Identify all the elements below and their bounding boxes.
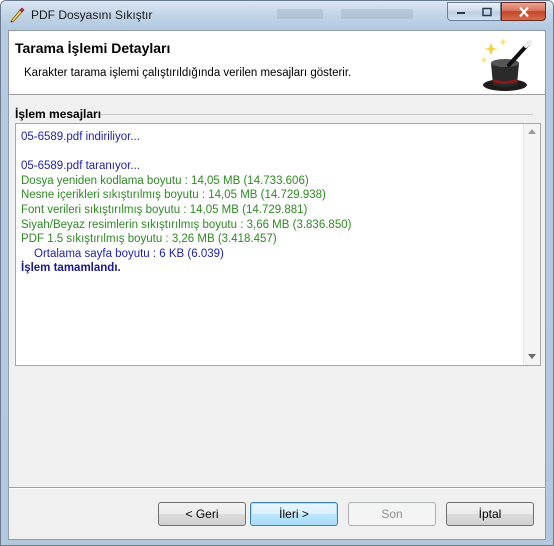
messages-group-label: İşlem mesajları <box>15 107 106 121</box>
wizard-header: Tarama İşlemi Detayları Karakter tarama … <box>9 31 545 95</box>
magic-hat-wand-icon <box>479 35 535 93</box>
app-window: PDF Dosyasını Sıkıştır Tarama İşlemi Det… <box>0 0 554 546</box>
scroll-down-arrow-icon[interactable] <box>524 349 540 365</box>
message-line: Nesne içerikleri sıkıştırılmış boyutu : … <box>21 189 326 202</box>
message-line-blank <box>21 145 521 160</box>
messages-listbox[interactable]: 05-6589.pdf indiriliyor... 05-6589.pdf t… <box>15 123 541 366</box>
close-button[interactable] <box>501 2 546 21</box>
message-line: 05-6589.pdf taranıyor... <box>21 160 140 173</box>
scroll-up-arrow-icon[interactable] <box>524 124 540 140</box>
window-title: PDF Dosyasını Sıkıştır <box>31 8 153 22</box>
pdf-compress-app-icon <box>9 7 25 23</box>
message-lines: 05-6589.pdf indiriliyor... 05-6589.pdf t… <box>21 130 521 276</box>
footer-separator <box>9 487 545 489</box>
page-title: Tarama İşlemi Detayları <box>15 40 171 56</box>
next-button[interactable]: İleri > <box>250 502 338 526</box>
message-line: 05-6589.pdf indiriliyor... <box>21 131 140 143</box>
message-line: PDF 1.5 sıkıştırılmış boyutu : 3,26 MB (… <box>21 233 277 246</box>
finish-button[interactable]: Son <box>348 502 436 526</box>
cancel-button[interactable]: İptal <box>446 502 534 526</box>
message-line-complete: İşlem tamamlandı. <box>21 262 121 275</box>
message-line: Dosya yeniden kodlama boyutu : 14,05 MB … <box>21 174 309 187</box>
background-blur <box>341 9 413 19</box>
wizard-dialog: Tarama İşlemi Detayları Karakter tarama … <box>8 30 546 540</box>
minimize-button[interactable] <box>447 2 475 21</box>
vertical-scrollbar[interactable] <box>523 124 540 365</box>
message-line: Siyah/Beyaz resimlerin sıkıştırılmış boy… <box>21 218 352 231</box>
back-button[interactable]: < Geri <box>158 502 246 526</box>
message-line: Font verileri sıkıştırılmış boyutu : 14,… <box>21 203 308 216</box>
title-bar[interactable]: PDF Dosyasını Sıkıştır <box>1 1 553 30</box>
maximize-button[interactable] <box>474 2 501 21</box>
message-line: Ortalama sayfa boyutu : 6 KB (6.039) <box>34 247 224 260</box>
page-subtitle: Karakter tarama işlemi çalıştırıldığında… <box>24 67 352 79</box>
background-blur <box>277 9 323 19</box>
group-divider <box>101 114 533 115</box>
